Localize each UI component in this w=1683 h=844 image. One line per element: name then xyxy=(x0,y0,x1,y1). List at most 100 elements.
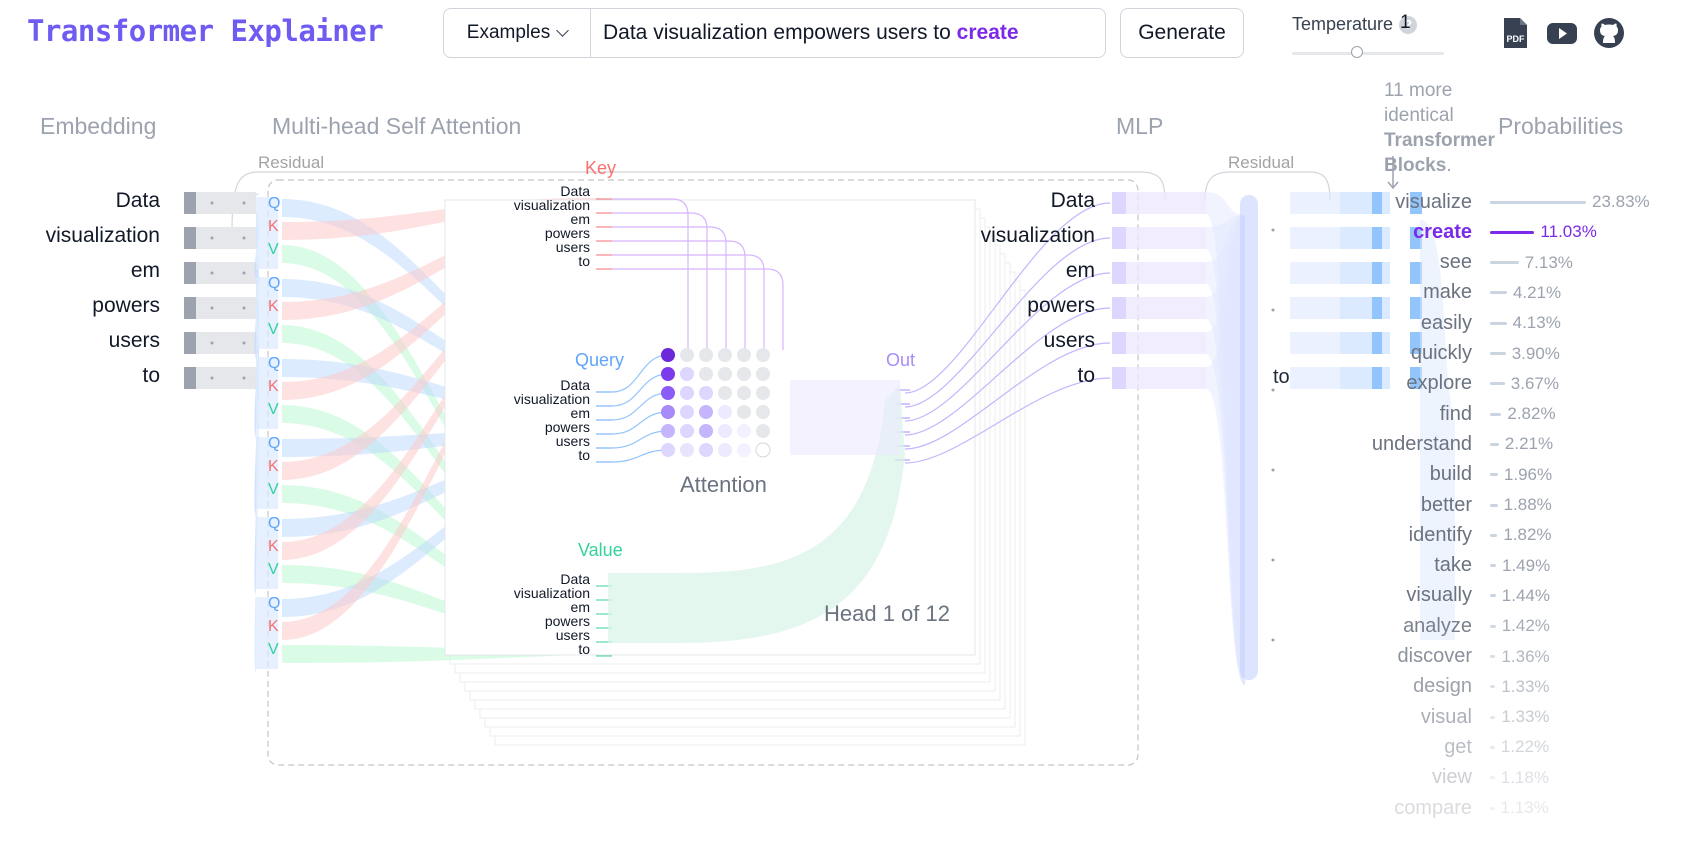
probability-row[interactable]: design 1.33% xyxy=(1330,673,1549,701)
attention-cell[interactable] xyxy=(718,443,732,457)
attention-cell[interactable] xyxy=(756,405,770,419)
probability-row[interactable]: quickly 3.90% xyxy=(1330,340,1560,368)
embedding-token[interactable]: em xyxy=(20,259,160,283)
attention-cell[interactable] xyxy=(756,367,770,381)
qkv-letter[interactable]: Q xyxy=(268,355,280,373)
attention-cell[interactable] xyxy=(661,443,675,457)
attention-cell[interactable] xyxy=(737,367,751,381)
attention-cell[interactable] xyxy=(680,348,694,362)
probability-row[interactable]: visual 1.33% xyxy=(1330,703,1550,731)
embedding-cell xyxy=(184,332,196,354)
qkv-letter[interactable]: V xyxy=(268,321,279,339)
embedding-token[interactable]: visualization xyxy=(20,224,160,248)
attention-cell[interactable] xyxy=(756,386,770,400)
qkv-letter[interactable]: K xyxy=(268,618,279,636)
attention-cell[interactable] xyxy=(756,424,770,438)
qkv-letter[interactable]: V xyxy=(268,561,279,579)
attention-cell[interactable] xyxy=(680,424,694,438)
qkv-letter[interactable]: K xyxy=(268,458,279,476)
mlp-input-token[interactable]: users xyxy=(945,329,1095,353)
probability-row[interactable]: explore 3.67% xyxy=(1330,370,1559,398)
embedding-dot xyxy=(242,306,246,310)
mlp-input-token[interactable]: powers xyxy=(945,294,1095,318)
qkv-letter[interactable]: K xyxy=(268,538,279,556)
mlp-cell xyxy=(1112,297,1126,319)
embedding-token[interactable]: to xyxy=(20,364,160,388)
embedding-token[interactable]: Data xyxy=(20,189,160,213)
attention-cell[interactable] xyxy=(661,367,675,381)
mlp-input-token[interactable]: to xyxy=(945,364,1095,388)
probability-row[interactable]: compare 1.13% xyxy=(1330,794,1549,822)
attention-cell[interactable] xyxy=(718,367,732,381)
probability-word: explore xyxy=(1406,372,1472,395)
head-counter[interactable]: Head 1 of 12 xyxy=(824,601,950,627)
probability-bar xyxy=(1490,230,1535,234)
attention-cell[interactable] xyxy=(699,424,713,438)
attention-cell[interactable] xyxy=(699,386,713,400)
attention-cell[interactable] xyxy=(661,424,675,438)
probability-row[interactable]: understand 2.21% xyxy=(1330,430,1553,458)
qkv-letter[interactable]: V xyxy=(268,641,279,659)
attention-cell[interactable] xyxy=(699,367,713,381)
mlp-input-token[interactable]: em xyxy=(945,259,1095,283)
qkv-letter[interactable]: Q xyxy=(268,595,280,613)
probability-row[interactable]: identify 1.82% xyxy=(1330,521,1552,549)
probability-row[interactable]: create 11.03% xyxy=(1330,218,1597,246)
qkv-letter[interactable]: V xyxy=(268,241,279,259)
attention-cell[interactable] xyxy=(661,348,675,362)
embedding-cell xyxy=(184,367,196,389)
probability-row[interactable]: visualize 23.83% xyxy=(1330,188,1649,216)
embedding-token[interactable]: powers xyxy=(20,294,160,318)
attention-cell[interactable] xyxy=(737,443,751,457)
probability-row[interactable]: better 1.88% xyxy=(1330,491,1552,519)
mlp-input-token[interactable]: visualization xyxy=(945,224,1095,248)
attention-cell[interactable] xyxy=(737,348,751,362)
probability-row[interactable]: discover 1.36% xyxy=(1330,643,1550,671)
attention-cell[interactable] xyxy=(680,386,694,400)
probability-row[interactable]: make 4.21% xyxy=(1330,279,1561,307)
residual-label-attention: Residual xyxy=(258,153,325,172)
attention-cell[interactable] xyxy=(737,405,751,419)
probability-row[interactable]: build 1.96% xyxy=(1330,461,1552,489)
attention-cell[interactable] xyxy=(718,405,732,419)
query-token: em xyxy=(570,405,590,421)
attention-cell[interactable] xyxy=(699,405,713,419)
probability-row[interactable]: visually 1.44% xyxy=(1330,582,1550,610)
attention-cell[interactable] xyxy=(680,367,694,381)
attention-cell[interactable] xyxy=(737,386,751,400)
attention-cell[interactable] xyxy=(737,424,751,438)
attention-cell[interactable] xyxy=(699,348,713,362)
probability-row[interactable]: get 1.22% xyxy=(1330,733,1549,761)
attention-cell[interactable] xyxy=(699,443,713,457)
qkv-letter[interactable]: Q xyxy=(268,515,280,533)
probability-percent: 1.13% xyxy=(1500,798,1549,817)
mlp-input-token[interactable]: Data xyxy=(945,189,1095,213)
qkv-letter[interactable]: Q xyxy=(268,435,280,453)
attention-cell[interactable] xyxy=(755,442,771,458)
qkv-letter[interactable]: Q xyxy=(268,195,280,213)
value-token: visualization xyxy=(513,585,590,601)
probability-bar xyxy=(1490,806,1495,810)
qkv-letter[interactable]: V xyxy=(268,401,279,419)
probability-row[interactable]: view 1.18% xyxy=(1330,764,1549,792)
probability-row[interactable]: easily 4.13% xyxy=(1330,309,1561,337)
attention-cell[interactable] xyxy=(661,386,675,400)
attention-cell[interactable] xyxy=(680,443,694,457)
probability-row[interactable]: take 1.49% xyxy=(1330,552,1550,580)
qkv-letter[interactable]: Q xyxy=(268,275,280,293)
attention-cell[interactable] xyxy=(718,348,732,362)
attention-cell[interactable] xyxy=(756,348,770,362)
attention-cell[interactable] xyxy=(661,405,675,419)
probability-row[interactable]: find 2.82% xyxy=(1330,400,1556,428)
qkv-letter[interactable]: V xyxy=(268,481,279,499)
probability-row[interactable]: analyze 1.42% xyxy=(1330,612,1550,640)
qkv-letter[interactable]: K xyxy=(268,298,279,316)
qkv-letter[interactable]: K xyxy=(268,218,279,236)
probability-percent: 1.96% xyxy=(1503,464,1553,484)
embedding-token[interactable]: users xyxy=(20,329,160,353)
probability-row[interactable]: see 7.13% xyxy=(1330,249,1573,277)
qkv-letter[interactable]: K xyxy=(268,378,279,396)
attention-cell[interactable] xyxy=(718,386,732,400)
attention-cell[interactable] xyxy=(718,424,732,438)
attention-cell[interactable] xyxy=(680,405,694,419)
